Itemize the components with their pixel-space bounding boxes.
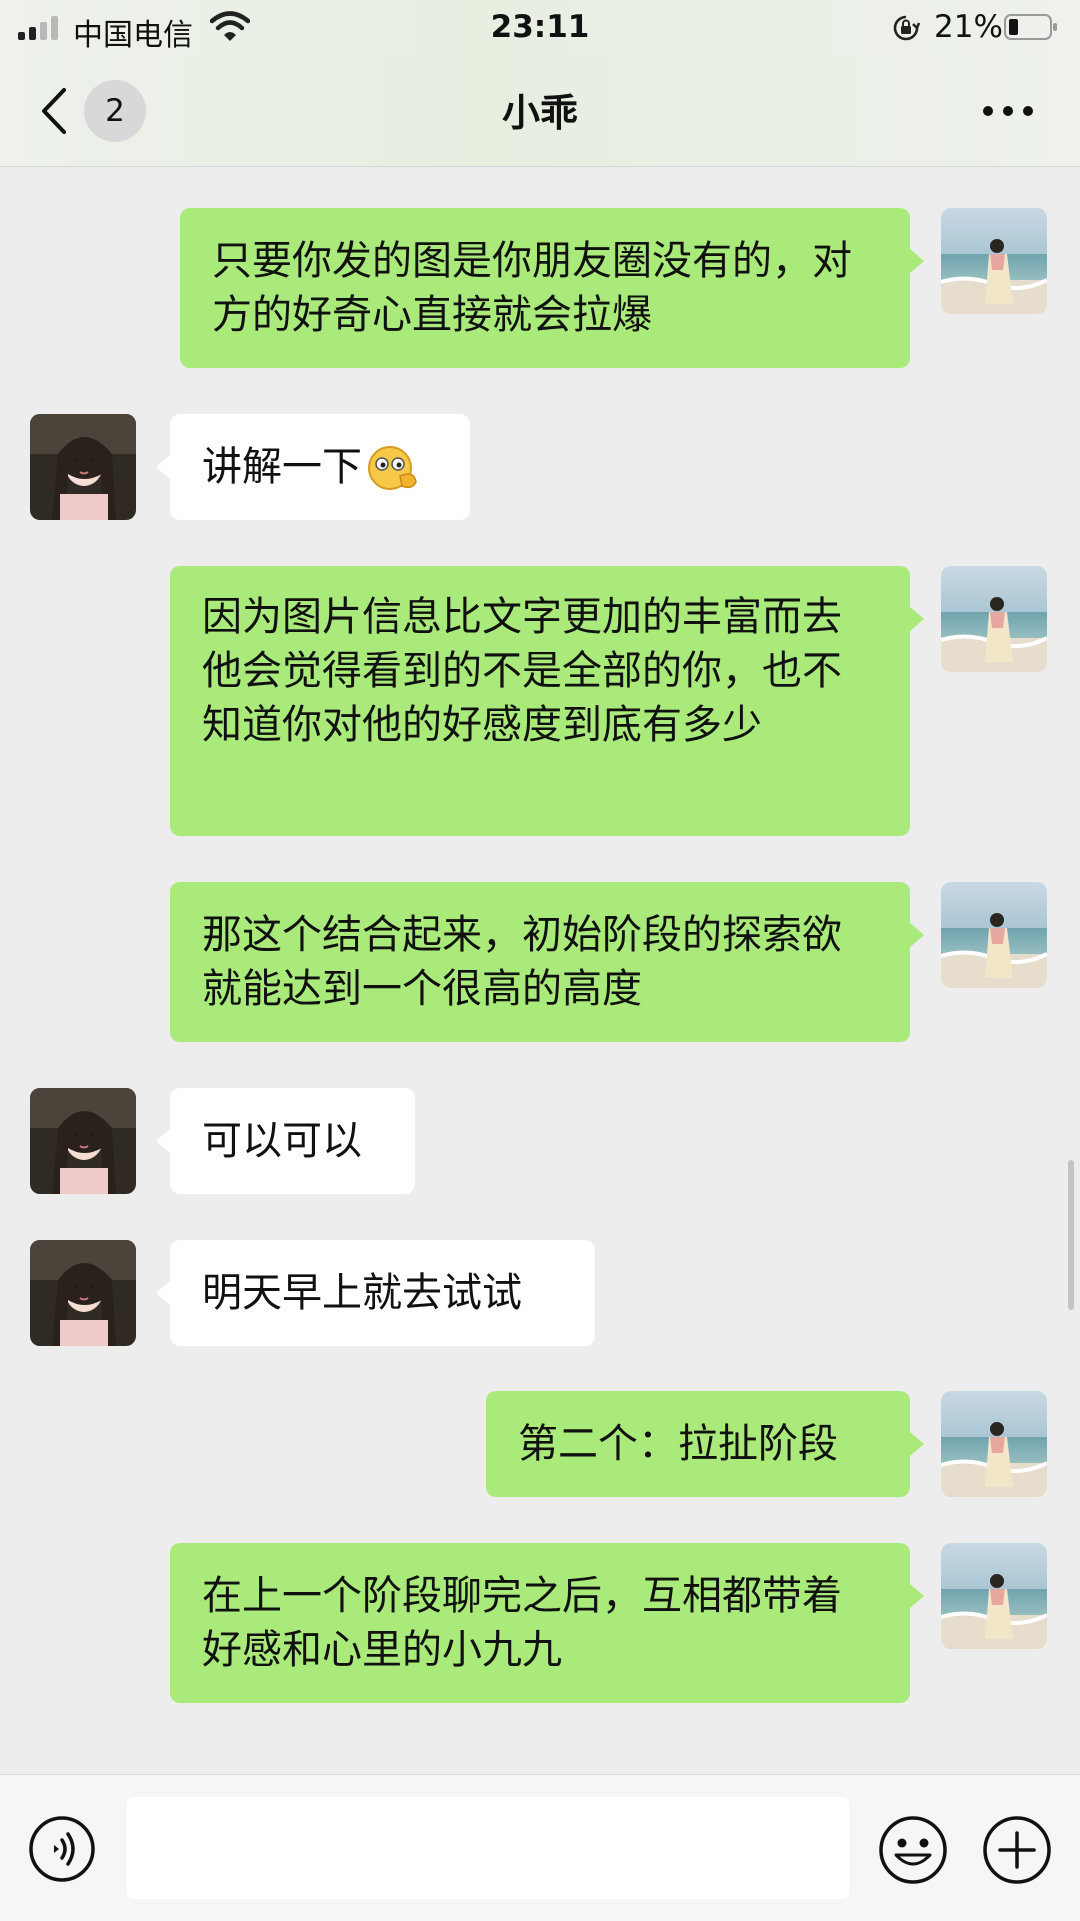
message-bubble[interactable]: 只要你发的图是你朋友圈没有的，对方的好奇心直接就会拉爆: [180, 208, 924, 368]
rotation-lock-icon: [893, 15, 920, 41]
thinking-emoji-icon: [368, 446, 417, 490]
message-text: 讲解一下: [202, 444, 362, 490]
more-dots-icon[interactable]: [980, 96, 1036, 126]
my-avatar[interactable]: [941, 1543, 1047, 1649]
chat-header: 2 小乖: [0, 56, 1080, 167]
my-avatar[interactable]: [941, 566, 1047, 672]
message-bubble[interactable]: 可以可以: [156, 1088, 415, 1194]
smiley-icon[interactable]: [878, 1815, 948, 1885]
plus-icon[interactable]: [982, 1815, 1052, 1885]
message-bubble[interactable]: 在上一个阶段聊完之后，互相都带着好感和心里的小九九: [170, 1543, 924, 1703]
message-bubble[interactable]: 那这个结合起来，初始阶段的探索欲就能达到一个很高的高度: [170, 882, 924, 1042]
message-input[interactable]: [126, 1797, 850, 1899]
voice-icon[interactable]: [28, 1815, 96, 1883]
message-bubble[interactable]: 第二个：拉扯阶段: [486, 1391, 924, 1497]
input-bar: [0, 1774, 1080, 1921]
scrollbar[interactable]: [1068, 1160, 1074, 1310]
my-avatar[interactable]: [941, 882, 1047, 988]
status-bar: 中国电信 23:11 21%: [0, 0, 1080, 56]
contact-avatar[interactable]: [30, 414, 136, 520]
battery-icon: [1004, 14, 1057, 40]
message-bubble[interactable]: 讲解一下: [156, 414, 470, 520]
my-avatar[interactable]: [941, 208, 1047, 314]
message-bubble[interactable]: 因为图片信息比文字更加的丰富而去他会觉得看到的不是全部的你，也不知道你对他的好感…: [170, 566, 924, 836]
battery-percent: 21%: [934, 9, 1003, 45]
chat-title: 小乖: [501, 91, 578, 135]
message-bubble[interactable]: 明天早上就去试试: [156, 1240, 595, 1346]
my-avatar[interactable]: [941, 1391, 1047, 1497]
contact-avatar[interactable]: [30, 1240, 136, 1346]
contact-avatar[interactable]: [30, 1088, 136, 1194]
